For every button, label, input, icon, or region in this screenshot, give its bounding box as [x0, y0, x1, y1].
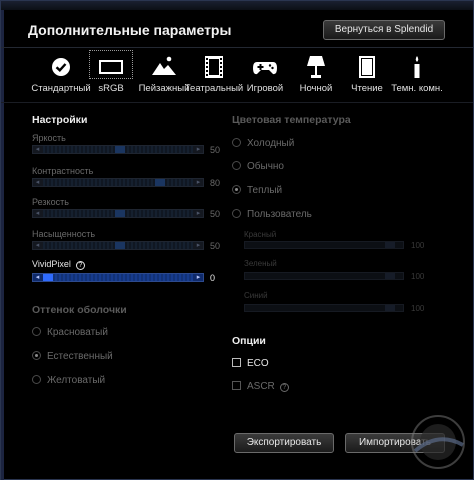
eco-option[interactable]: ECO — [232, 358, 269, 369]
increase-arrow-icon[interactable]: ▸ — [194, 273, 203, 282]
radio-button[interactable] — [232, 209, 241, 218]
monitor-icon — [99, 60, 123, 74]
mode-dark-room[interactable]: Темн. комн. — [387, 48, 447, 98]
radio-button[interactable] — [32, 351, 41, 360]
slider-thumb[interactable] — [115, 242, 125, 249]
shade-option-natural[interactable]: Естественный — [32, 351, 113, 362]
mountain-icon — [152, 56, 176, 75]
header: Дополнительные параметры Вернуться в Spl… — [1, 10, 473, 48]
blue-value: 100 — [411, 304, 425, 313]
saturation-label: Насыщенность — [32, 229, 96, 239]
sharpness-label: Резкость — [32, 197, 69, 207]
checkbox[interactable] — [232, 358, 241, 367]
green-label: Зеленый — [244, 259, 277, 268]
radio-button[interactable] — [32, 375, 41, 384]
contrast-value: 80 — [210, 178, 221, 188]
temp-option-normal[interactable]: Обычно — [232, 161, 284, 172]
red-slider[interactable] — [244, 241, 404, 249]
ascr-label: ASCR — [247, 381, 275, 392]
export-button[interactable]: Экспортировать — [234, 433, 334, 453]
vividpixel-label-text: VividPixel — [32, 259, 71, 269]
temp-option-warm[interactable]: Теплый — [232, 185, 282, 196]
film-icon — [205, 56, 223, 78]
page-title: Дополнительные параметры — [28, 22, 232, 38]
settings-title: Настройки — [32, 114, 88, 126]
green-value: 100 — [411, 272, 425, 281]
increase-arrow-icon[interactable]: ▸ — [194, 241, 203, 250]
brightness-slider[interactable]: ◂ ▸ — [32, 145, 204, 154]
site-watermark-logo — [411, 415, 465, 469]
saturation-value: 50 — [210, 241, 221, 251]
radio-button[interactable] — [32, 327, 41, 336]
mode-srgb[interactable]: sRGB — [81, 48, 141, 98]
slider-track — [43, 179, 193, 186]
option-label: Теплый — [247, 185, 283, 196]
temp-option-user[interactable]: Пользователь — [232, 209, 312, 220]
back-to-splendid-button[interactable]: Вернуться в Splendid — [323, 20, 445, 40]
temp-option-cold[interactable]: Холодный — [232, 138, 294, 149]
shade-title: Оттенок оболочки — [32, 304, 127, 316]
blue-label: Синий — [244, 291, 268, 300]
color-temp-title: Цветовая температура — [232, 114, 351, 126]
decrease-arrow-icon[interactable]: ◂ — [33, 145, 42, 154]
mode-bar: Стандартный sRGB Пейзажный Театральный И… — [1, 48, 473, 100]
divider — [1, 102, 473, 103]
decrease-arrow-icon[interactable]: ◂ — [33, 273, 42, 282]
book-icon — [359, 56, 375, 78]
shade-option-yellowish[interactable]: Желтоватый — [32, 375, 105, 386]
slider-thumb[interactable] — [385, 305, 395, 311]
decrease-arrow-icon[interactable]: ◂ — [33, 178, 42, 187]
mode-label: sRGB — [98, 83, 124, 94]
decrease-arrow-icon[interactable]: ◂ — [33, 209, 42, 218]
brightness-value: 50 — [210, 145, 221, 155]
slider-thumb[interactable] — [155, 179, 165, 186]
candle-icon — [414, 56, 420, 78]
option-label: Холодный — [247, 138, 295, 149]
increase-arrow-icon[interactable]: ▸ — [194, 145, 203, 154]
sharpness-slider[interactable]: ◂ ▸ — [32, 209, 204, 218]
slider-thumb[interactable] — [115, 146, 125, 153]
slider-thumb[interactable] — [385, 273, 395, 279]
decrease-arrow-icon[interactable]: ◂ — [33, 241, 42, 250]
app-window: Дополнительные параметры Вернуться в Spl… — [0, 0, 474, 480]
option-label: Естественный — [47, 351, 113, 362]
mode-label: Темн. комн. — [391, 83, 443, 94]
vividpixel-value: 0 — [210, 273, 216, 283]
slider-thumb[interactable] — [43, 274, 53, 281]
eco-label: ECO — [247, 358, 269, 369]
increase-arrow-icon[interactable]: ▸ — [194, 209, 203, 218]
check-circle-icon — [52, 58, 70, 76]
slider-track — [43, 274, 193, 281]
ascr-option[interactable]: ASCR? — [232, 381, 289, 392]
brightness-label: Яркость — [32, 133, 66, 143]
radio-button[interactable] — [232, 161, 241, 170]
help-icon[interactable]: ? — [75, 261, 85, 270]
checkbox[interactable] — [232, 381, 241, 390]
option-label: Пользователь — [247, 209, 312, 220]
option-label: Обычно — [247, 161, 284, 172]
red-label: Красный — [244, 230, 277, 239]
vividpixel-label: VividPixel? — [32, 259, 85, 270]
saturation-slider[interactable]: ◂ ▸ — [32, 241, 204, 250]
red-value: 100 — [411, 241, 425, 250]
increase-arrow-icon[interactable]: ▸ — [194, 178, 203, 187]
blue-slider[interactable] — [244, 304, 404, 312]
slider-thumb[interactable] — [115, 210, 125, 217]
radio-button[interactable] — [232, 138, 241, 147]
title-bar — [1, 1, 473, 10]
contrast-label: Контрастность — [32, 166, 94, 176]
option-label: Желтоватый — [47, 375, 106, 386]
sharpness-value: 50 — [210, 209, 221, 219]
green-slider[interactable] — [244, 272, 404, 280]
options-title: Опции — [232, 335, 266, 347]
contrast-slider[interactable]: ◂ ▸ — [32, 178, 204, 187]
radio-button[interactable] — [232, 185, 241, 194]
vividpixel-slider[interactable]: ◂ ▸ — [32, 273, 204, 282]
gamepad-icon — [253, 62, 277, 75]
option-label: Красноватый — [47, 327, 108, 338]
slider-thumb[interactable] — [385, 242, 395, 248]
shade-option-reddish[interactable]: Красноватый — [32, 327, 108, 338]
lamp-icon — [307, 56, 325, 78]
help-icon[interactable]: ? — [279, 383, 289, 392]
